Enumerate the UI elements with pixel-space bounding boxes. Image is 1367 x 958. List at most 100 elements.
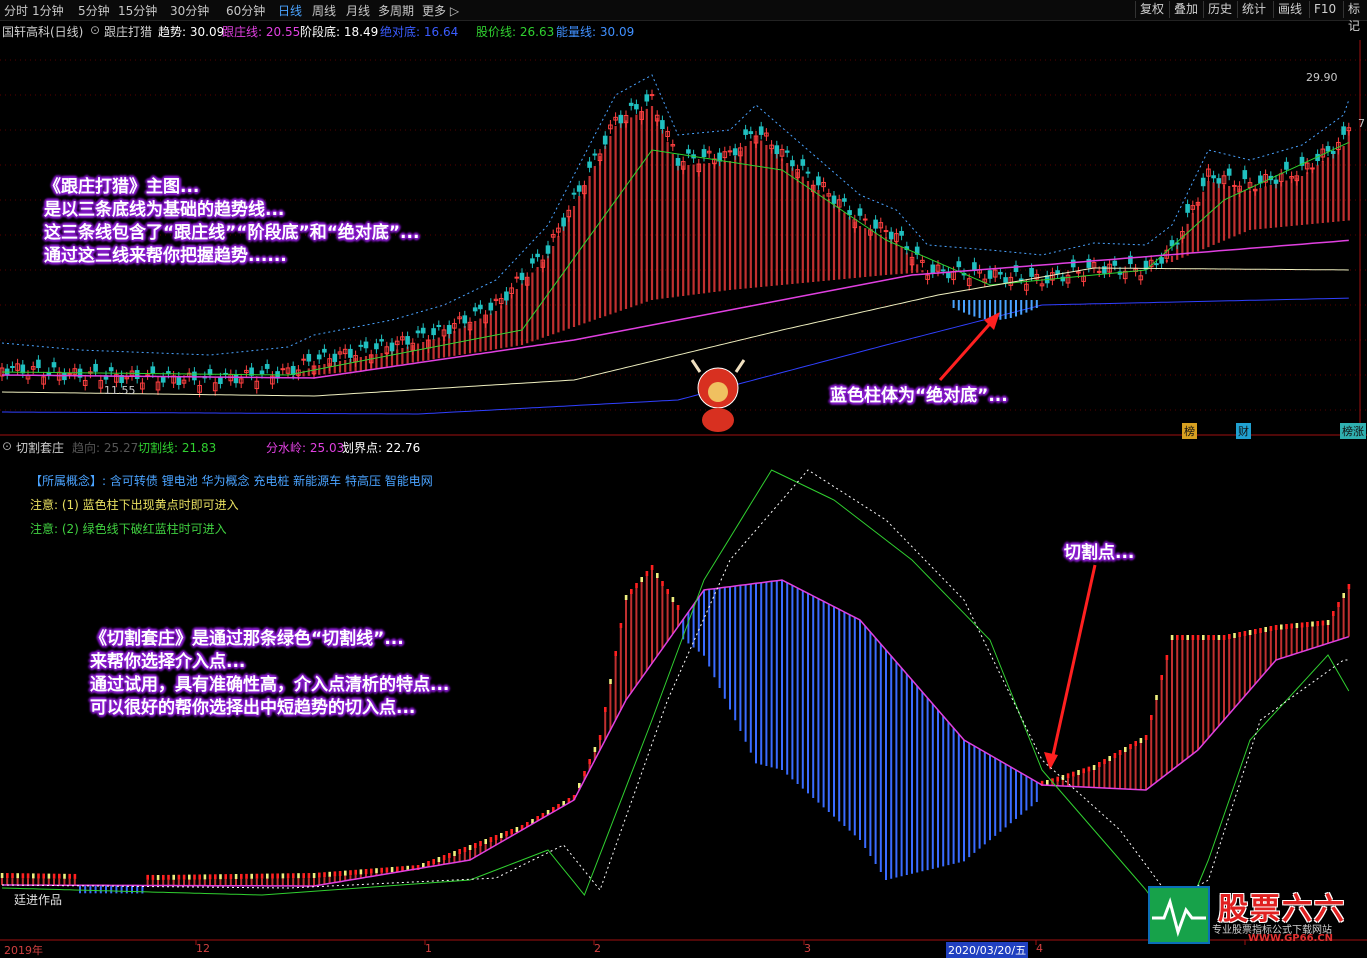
candle-body: [649, 94, 655, 97]
watershed-bar-cap: [260, 873, 264, 879]
watershed-bar-cap: [21, 873, 25, 879]
candle-body: [374, 343, 379, 350]
watershed-bar-cap: [52, 873, 56, 879]
concept-list: 含可转债 锂电池 华为概念 充电桩 新能源车 特高压 智能电网: [109, 474, 433, 488]
watershed-bar-cap: [593, 747, 597, 752]
candle-body: [602, 135, 608, 145]
watershed-bar-cap: [1113, 753, 1117, 758]
candle-body: [888, 231, 894, 240]
watershed-bar-cap: [1233, 633, 1236, 638]
candle-body: [1159, 257, 1164, 264]
candle-body: [10, 366, 15, 369]
watershed-bar-cap: [432, 859, 435, 864]
mascot-body: [702, 408, 734, 432]
watershed-bar-cap: [489, 837, 493, 842]
watershed-bar-cap: [302, 873, 305, 879]
watershed-bar-cap: [630, 589, 633, 594]
watershed-bar-cap: [656, 573, 659, 578]
candle-body: [436, 324, 442, 327]
candle-body: [472, 307, 478, 312]
candle-body: [1112, 260, 1118, 266]
watershed-bar-cap: [1129, 744, 1132, 749]
watershed-bar-cap: [1134, 741, 1137, 746]
logo-url: WWW.GP66.CN: [1248, 933, 1334, 944]
watershed-bar-cap: [1139, 738, 1143, 743]
candle-body: [446, 325, 452, 334]
candle-body: [899, 230, 904, 236]
watershed-bar-cap: [1269, 626, 1273, 631]
watershed-bar-cap: [1222, 635, 1226, 640]
watershed-bar-cap: [297, 873, 300, 879]
watershed-bar-cap: [588, 759, 591, 764]
candle-body: [316, 354, 322, 360]
candle-body: [462, 315, 468, 324]
watershed-bar-cap: [333, 871, 337, 877]
watershed-bar-cap: [1160, 675, 1163, 680]
watershed-bar-cap: [266, 873, 269, 879]
candle-body: [576, 185, 582, 192]
watershed-bar-cap: [323, 872, 326, 878]
candle-body: [1216, 178, 1222, 184]
candle-body: [1018, 278, 1024, 281]
candle-body: [1070, 259, 1076, 268]
candle-body: [842, 198, 847, 202]
watershed-bar-cap: [1264, 627, 1267, 632]
date-cursor-tick: 2020/03/20/五: [946, 942, 1029, 958]
watershed-bar-cap: [500, 833, 503, 838]
main-desc-line-2: 是以三条底线为基础的趋势线...: [44, 200, 285, 220]
candle-body: [727, 150, 733, 153]
watershed-bar-cap: [583, 771, 586, 776]
candle-body: [956, 261, 962, 268]
candle-body: [873, 219, 878, 229]
watershed-bar-cap: [380, 867, 383, 873]
arrow-line: [938, 317, 997, 381]
watershed-bar-cap: [676, 605, 680, 610]
candle-body: [166, 371, 171, 374]
author-label: 廷进作品: [14, 893, 63, 907]
candle-body: [160, 376, 166, 383]
watershed-bar-cap: [229, 874, 233, 880]
candle-body: [519, 272, 525, 281]
watershed-bar-cap: [1176, 635, 1179, 640]
candle-body: [800, 159, 806, 166]
sub-indicator-name[interactable]: 切割套庄: [16, 439, 64, 456]
candle-body: [660, 120, 665, 130]
arrow-line: [1050, 564, 1097, 761]
candle-body: [62, 372, 67, 381]
candle-body: [1310, 167, 1315, 170]
arrow-head: [1044, 752, 1058, 770]
watershed-bar-cap: [1238, 632, 1241, 637]
watershed-bar-cap: [1207, 635, 1210, 640]
note-1: 注意: (1) 蓝色柱下出现黄点时即可进入: [30, 498, 239, 512]
date-tick: 12: [196, 942, 210, 955]
candle-body: [535, 253, 540, 258]
low-price-label: 11.55: [104, 384, 136, 397]
watershed-bar-cap: [162, 874, 165, 880]
watershed-bar-cap: [219, 874, 222, 880]
watershed-bar-cap: [1196, 635, 1200, 640]
watershed-bar-cap: [1306, 622, 1309, 627]
watershed-bar-cap: [1118, 750, 1122, 755]
watershed-bar-cap: [1087, 766, 1091, 772]
candle-body: [1029, 267, 1034, 277]
candle-body: [1232, 184, 1237, 187]
watershed-bar-cap: [468, 845, 472, 850]
sub-indicator-toggle-icon[interactable]: ⊙: [2, 439, 12, 453]
watershed-bar-cap: [198, 874, 201, 880]
watershed-bar-cap: [58, 873, 61, 879]
watershed-bar-cap: [1285, 624, 1288, 629]
watershed-bar-cap: [453, 851, 456, 856]
candle-body: [405, 336, 410, 345]
watershed-bar-cap: [73, 873, 77, 879]
watershed-bar-cap: [1077, 770, 1080, 775]
watershed-bar-cap: [250, 873, 253, 879]
watershed-bar-cap: [1254, 629, 1257, 634]
watershed-bar-cap: [645, 571, 649, 576]
candle-body: [592, 153, 598, 156]
watershed-bar-cap: [640, 577, 643, 582]
candle-body: [504, 291, 509, 301]
cut-point-annotation: 切割点...: [1064, 543, 1135, 563]
watershed-bar-cap: [1300, 622, 1304, 628]
candle-body: [790, 160, 795, 167]
watershed-bar-cap: [312, 873, 316, 878]
